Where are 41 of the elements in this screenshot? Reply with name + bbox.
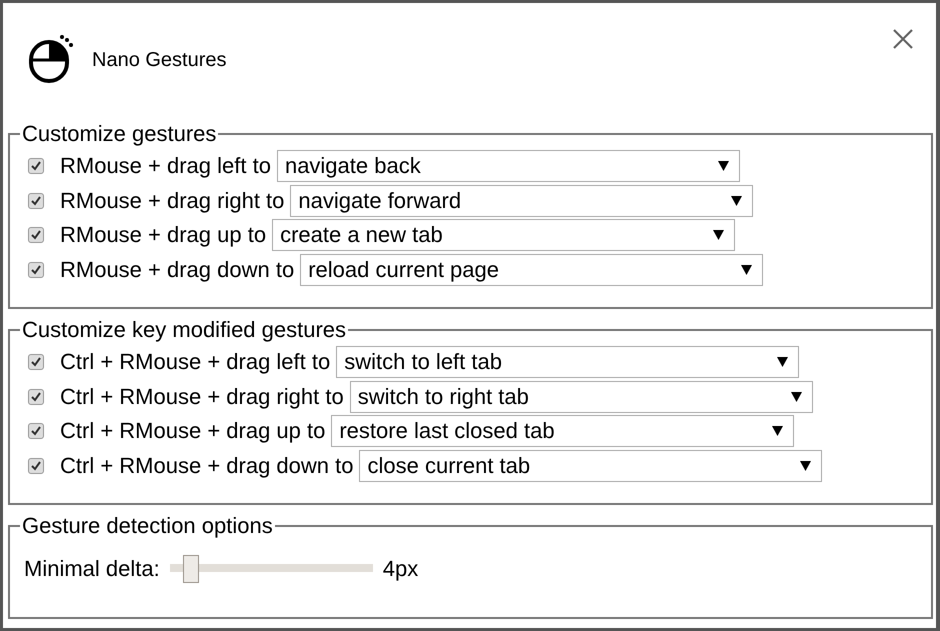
dropdown-arrow-icon	[713, 230, 724, 240]
gesture-label: RMouse + drag up to	[60, 222, 266, 248]
checkbox[interactable]	[28, 227, 44, 244]
gesture-label: Ctrl + RMouse + drag left to	[60, 349, 330, 376]
window-title: Nano Gestures	[92, 48, 227, 72]
gesture-label: Ctrl + RMouse + drag right to	[60, 384, 344, 410]
checkbox[interactable]	[28, 262, 44, 278]
gesture-label: Ctrl + RMouse + drag down to	[60, 452, 354, 479]
dropdown-arrow-icon	[731, 196, 742, 206]
checkbox[interactable]	[28, 158, 44, 174]
action-dropdown[interactable]: switch to right tab	[350, 380, 813, 413]
close-icon[interactable]	[893, 29, 913, 49]
gesture-label: RMouse + drag left to	[60, 153, 271, 180]
mouse-icon	[28, 33, 74, 83]
checkbox[interactable]	[28, 354, 44, 370]
dropdown-arrow-icon	[741, 264, 752, 275]
checkbox[interactable]	[28, 388, 44, 405]
dropdown-arrow-icon	[790, 392, 802, 402]
gesture-label: RMouse + drag right to	[60, 188, 284, 214]
group-legend: Customize key modified gestures	[20, 317, 348, 343]
checkbox[interactable]	[28, 458, 44, 474]
slider-value: 4px	[382, 556, 418, 582]
gesture-label: Ctrl + RMouse + drag up to	[60, 418, 326, 444]
group-legend: Customize gestures	[20, 121, 218, 147]
slider-thumb[interactable]	[182, 555, 199, 583]
checkbox[interactable]	[28, 192, 44, 209]
checkbox[interactable]	[28, 423, 44, 440]
dropdown-arrow-icon	[772, 426, 784, 436]
dropdown-arrow-icon	[800, 460, 812, 471]
group-legend: Gesture detection options	[20, 513, 275, 539]
dropdown-arrow-icon	[718, 161, 729, 172]
action-dropdown[interactable]: create a new tab	[272, 219, 736, 252]
slider-label: Minimal delta:	[24, 556, 160, 582]
action-dropdown[interactable]: restore last closed tab	[331, 415, 794, 448]
action-dropdown[interactable]: navigate forward	[290, 184, 754, 217]
action-dropdown[interactable]: switch to left tab	[336, 346, 800, 378]
action-dropdown[interactable]: reload current page	[300, 254, 764, 286]
action-dropdown[interactable]: close current tab	[359, 450, 822, 482]
gesture-label: RMouse + drag down to	[60, 256, 294, 283]
dropdown-arrow-icon	[777, 357, 788, 368]
action-dropdown[interactable]: navigate back	[276, 150, 740, 182]
